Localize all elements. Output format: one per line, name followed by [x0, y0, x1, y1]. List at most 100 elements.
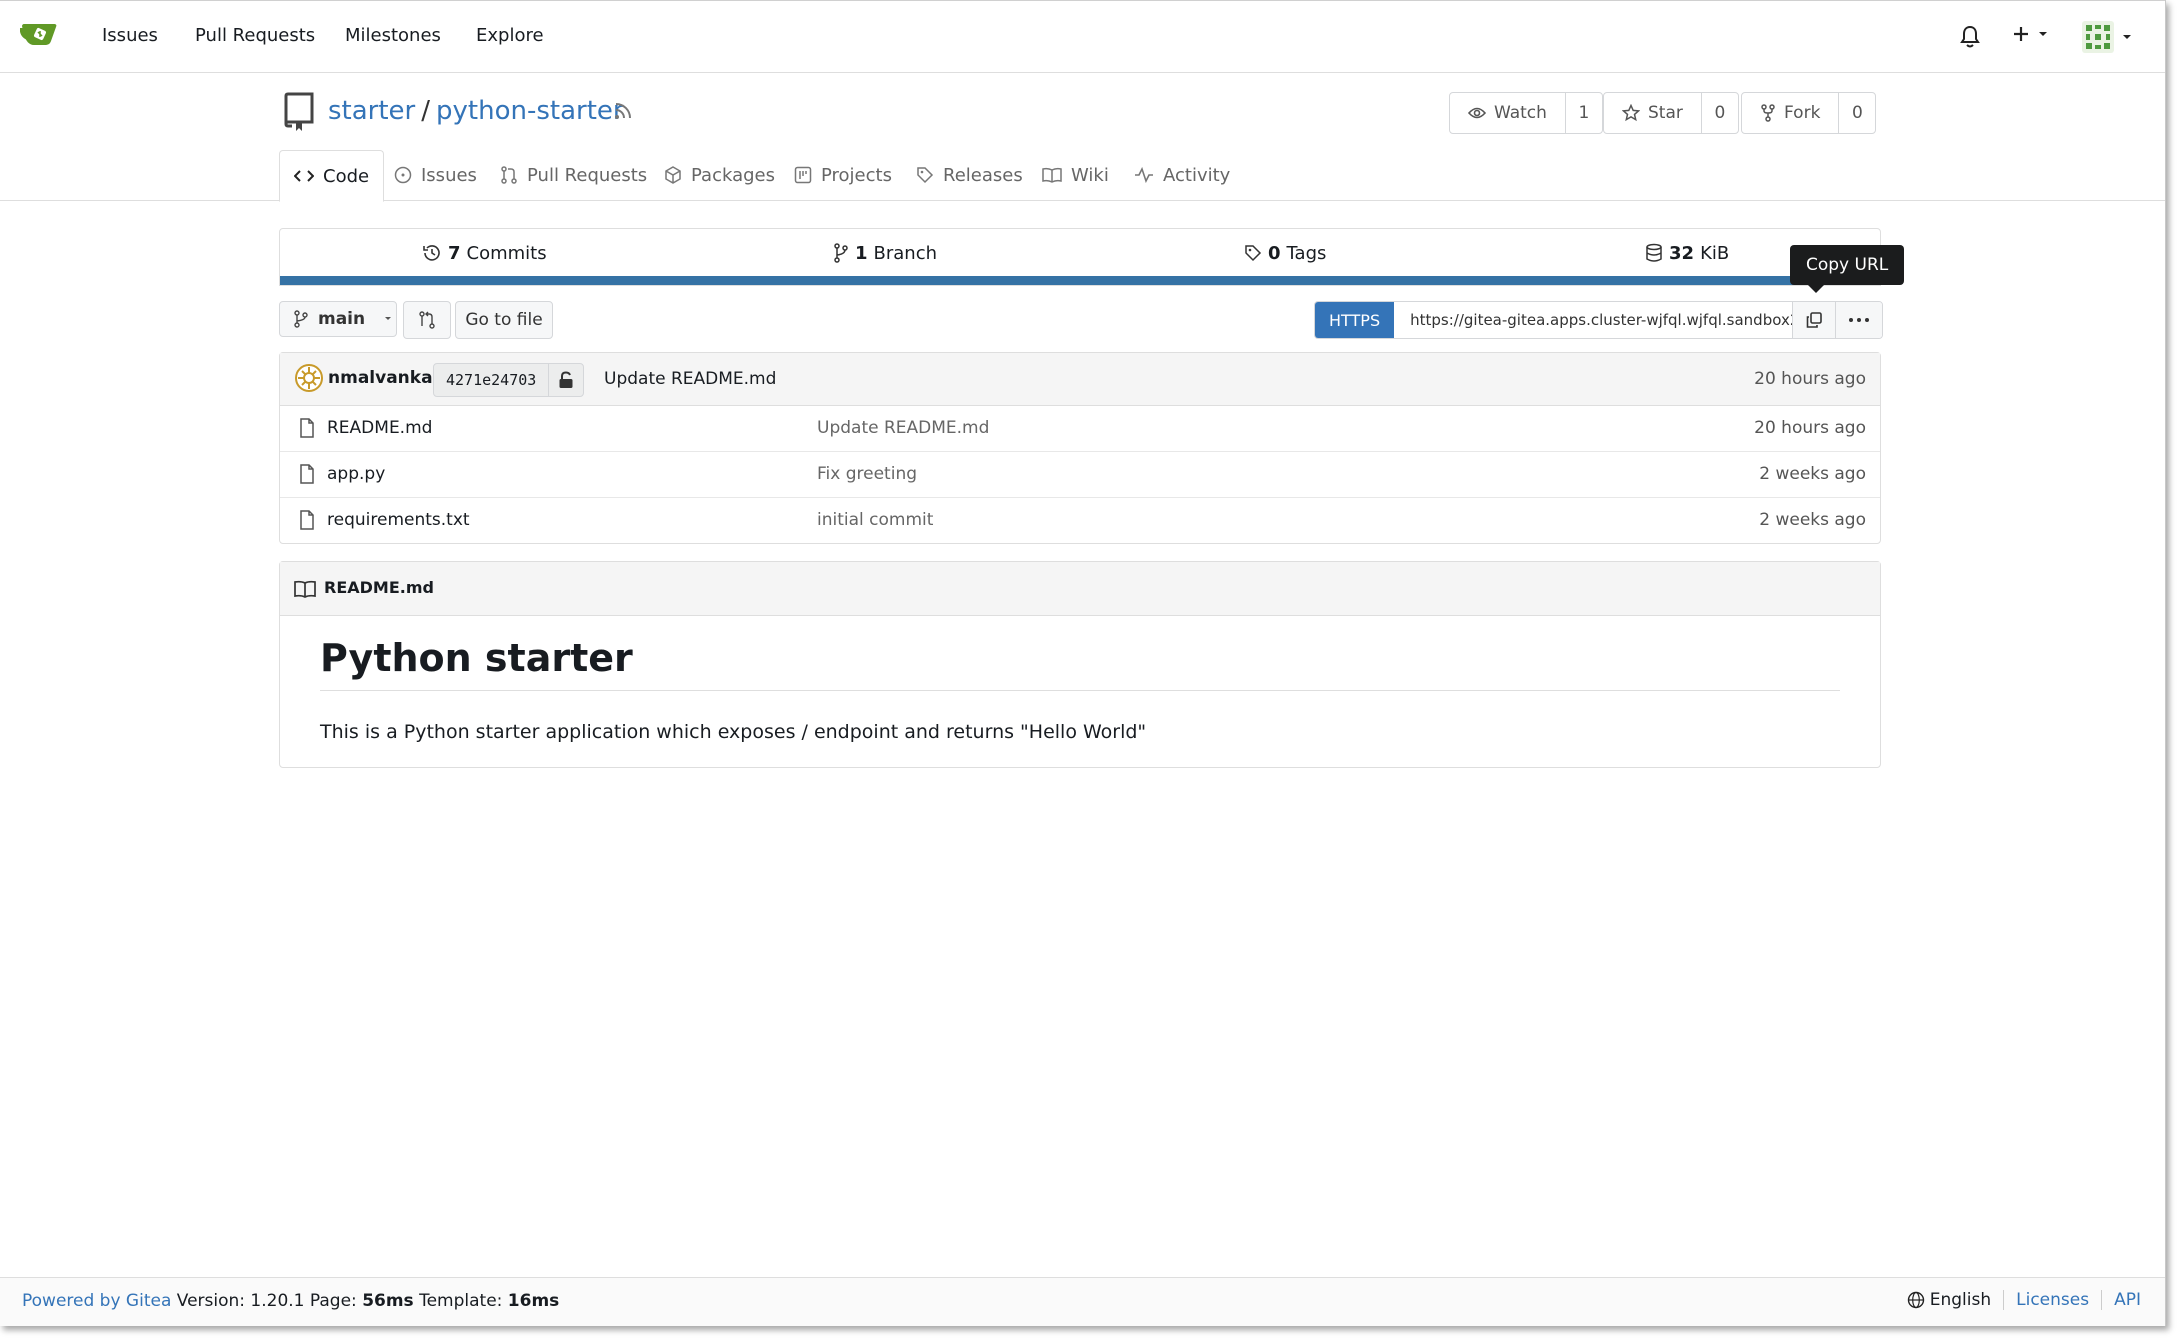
branch-selector[interactable]: main: [279, 301, 397, 337]
file-icon: [300, 418, 314, 438]
language-bar[interactable]: [280, 276, 1880, 285]
tab-code[interactable]: Code: [279, 150, 385, 202]
user-menu[interactable]: [2082, 21, 2132, 53]
tag-icon: [917, 167, 934, 184]
plus-icon: [2014, 27, 2028, 41]
tab-projects-label: Projects: [821, 164, 892, 186]
file-commit-message[interactable]: Fix greeting: [817, 464, 917, 484]
branch-name: main: [318, 309, 366, 329]
commit-author[interactable]: nmalvankar: [328, 368, 441, 388]
bell-icon[interactable]: [1960, 25, 1980, 49]
repo-owner-link[interactable]: starter: [328, 96, 415, 126]
readme-filename[interactable]: README.md: [324, 578, 434, 597]
clone-url-input[interactable]: https://gitea-gitea.apps.cluster-wjfql.w…: [1394, 302, 1793, 338]
file-commit-message[interactable]: initial commit: [817, 510, 933, 530]
tab-code-label: Code: [323, 165, 370, 187]
nav-issues[interactable]: Issues: [102, 25, 158, 46]
repo-title: starter / python-starter: [328, 96, 624, 126]
more-options-button[interactable]: [1835, 302, 1883, 338]
tab-packages[interactable]: Packages: [664, 150, 775, 200]
repo-tabs: Code Issues Pull Requests Packages Proje…: [0, 150, 2165, 202]
issue-icon: [394, 166, 412, 184]
tab-issues-label: Issues: [421, 164, 477, 186]
chevron-down-icon: [385, 317, 392, 320]
file-commit-message[interactable]: Update README.md: [817, 418, 989, 438]
chevron-down-icon: [2039, 32, 2047, 36]
commit-sha[interactable]: 4271e24703: [434, 364, 548, 396]
rss-icon[interactable]: [614, 102, 632, 120]
book-icon: [1042, 167, 1062, 183]
fork-count[interactable]: 0: [1838, 93, 1875, 133]
tab-activity-label: Activity: [1163, 164, 1231, 186]
branch-label: Branch: [873, 242, 938, 264]
file-name[interactable]: README.md: [327, 418, 432, 438]
tab-releases[interactable]: Releases: [916, 150, 1023, 200]
book-icon: [294, 580, 316, 598]
branch-stat[interactable]: 1 Branch: [833, 229, 937, 277]
nav-milestones[interactable]: Milestones: [345, 25, 441, 46]
branch-count: 1: [855, 242, 868, 264]
tab-wiki-label: Wiki: [1071, 164, 1109, 186]
tab-projects[interactable]: Projects: [794, 150, 892, 200]
clone-panel: HTTPS https://gitea-gitea.apps.cluster-w…: [1314, 301, 1884, 339]
size-stat: 32 KiB: [1645, 229, 1729, 277]
file-icon: [300, 464, 314, 484]
chevron-down-icon: [2123, 35, 2131, 39]
signature-badge[interactable]: [548, 364, 583, 396]
tab-pull-requests-label: Pull Requests: [527, 164, 648, 186]
powered-by-link[interactable]: Powered by Gitea: [22, 1291, 171, 1311]
tags-label: Tags: [1286, 242, 1327, 264]
tab-pull-requests[interactable]: Pull Requests: [500, 150, 647, 200]
api-link[interactable]: API: [2102, 1290, 2141, 1310]
project-icon: [794, 166, 812, 184]
readme-header: README.md: [280, 562, 1880, 616]
star-label: Star: [1648, 103, 1683, 123]
file-icon: [300, 510, 314, 530]
star-count[interactable]: 0: [1700, 93, 1738, 133]
gitea-logo-icon[interactable]: [20, 19, 58, 49]
copy-icon: [1806, 312, 1822, 328]
nav-pull-requests[interactable]: Pull Requests: [195, 25, 315, 46]
code-icon: [294, 170, 314, 182]
create-menu[interactable]: [2012, 25, 2048, 43]
file-row: requirements.txt initial commit 2 weeks …: [280, 498, 1880, 543]
tab-wiki[interactable]: Wiki: [1042, 150, 1109, 200]
language-selector[interactable]: English: [1907, 1290, 2005, 1310]
latest-commit-row: nmalvankar 4271e24703 Update README.md 2…: [280, 353, 1880, 406]
template-label: Template:: [413, 1291, 508, 1311]
compare-button[interactable]: [403, 301, 451, 339]
readme-panel: README.md Python starter This is a Pytho…: [279, 561, 1881, 768]
tab-activity[interactable]: Activity: [1134, 150, 1230, 200]
licenses-link[interactable]: Licenses: [2004, 1290, 2103, 1310]
page-time: 56ms: [362, 1291, 414, 1311]
eye-icon: [1468, 107, 1486, 119]
fork-button[interactable]: Fork: [1742, 93, 1838, 133]
commit-sha-group: 4271e24703: [433, 363, 585, 397]
lock-icon: [559, 371, 573, 388]
tags-stat[interactable]: 0 Tags: [1244, 229, 1326, 277]
commits-label: Commits: [466, 242, 547, 264]
watch-button[interactable]: Watch: [1450, 93, 1565, 133]
readme-body: This is a Python starter application whi…: [320, 721, 1147, 743]
https-button[interactable]: HTTPS: [1315, 302, 1395, 338]
file-name[interactable]: app.py: [327, 464, 385, 484]
branch-icon: [294, 310, 308, 328]
repo-stats-bar: 7 Commits 1 Branch 0 Tags 32 KiB: [279, 228, 1881, 286]
nav-explore[interactable]: Explore: [476, 25, 544, 46]
repo-separator: /: [421, 96, 431, 126]
size-unit: KiB: [1700, 242, 1730, 264]
history-icon: [423, 245, 440, 261]
watch-count[interactable]: 1: [1564, 93, 1602, 133]
star-button[interactable]: Star: [1604, 93, 1701, 133]
file-name[interactable]: requirements.txt: [327, 510, 470, 530]
tab-issues[interactable]: Issues: [394, 150, 477, 200]
commits-stat[interactable]: 7 Commits: [422, 229, 547, 277]
size-value: 32: [1669, 242, 1695, 264]
repo-icon: [284, 92, 314, 131]
template-time: 16ms: [507, 1291, 560, 1311]
commit-message[interactable]: Update README.md: [604, 369, 776, 389]
repo-name-link[interactable]: python-starter: [436, 96, 624, 126]
author-avatar[interactable]: [294, 363, 324, 393]
go-to-file-button[interactable]: Go to file: [455, 301, 553, 339]
copy-url-button[interactable]: [1792, 302, 1836, 338]
